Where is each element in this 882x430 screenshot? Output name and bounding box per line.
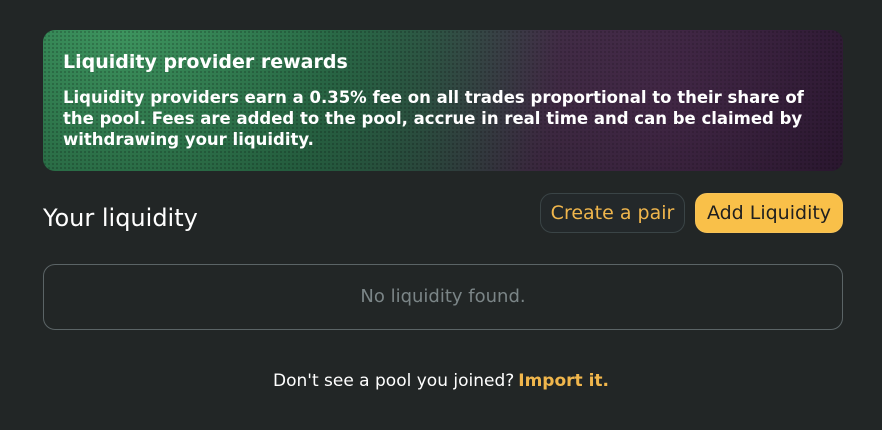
import-pool-link[interactable]: Import it. (518, 371, 609, 391)
rewards-banner-content: Liquidity provider rewards Liquidity pro… (43, 30, 843, 150)
liquidity-page: Liquidity provider rewards Liquidity pro… (0, 0, 882, 430)
import-pool-prompt: Don't see a pool you joined? (273, 371, 515, 391)
rewards-banner: Liquidity provider rewards Liquidity pro… (43, 30, 843, 171)
rewards-banner-text: Liquidity providers earn a 0.35% fee on … (63, 88, 804, 149)
rewards-banner-title: Liquidity provider rewards (63, 51, 348, 73)
import-pool-note: Don't see a pool you joined? Import it. (0, 370, 882, 392)
your-liquidity-title: Your liquidity (43, 204, 198, 232)
create-pair-button[interactable]: Create a pair (540, 193, 685, 233)
liquidity-empty-state: No liquidity found. (43, 264, 843, 330)
add-liquidity-button[interactable]: Add Liquidity (695, 193, 843, 233)
no-liquidity-text: No liquidity found. (360, 286, 526, 307)
liquidity-actions: Create a pair Add Liquidity (540, 193, 843, 233)
